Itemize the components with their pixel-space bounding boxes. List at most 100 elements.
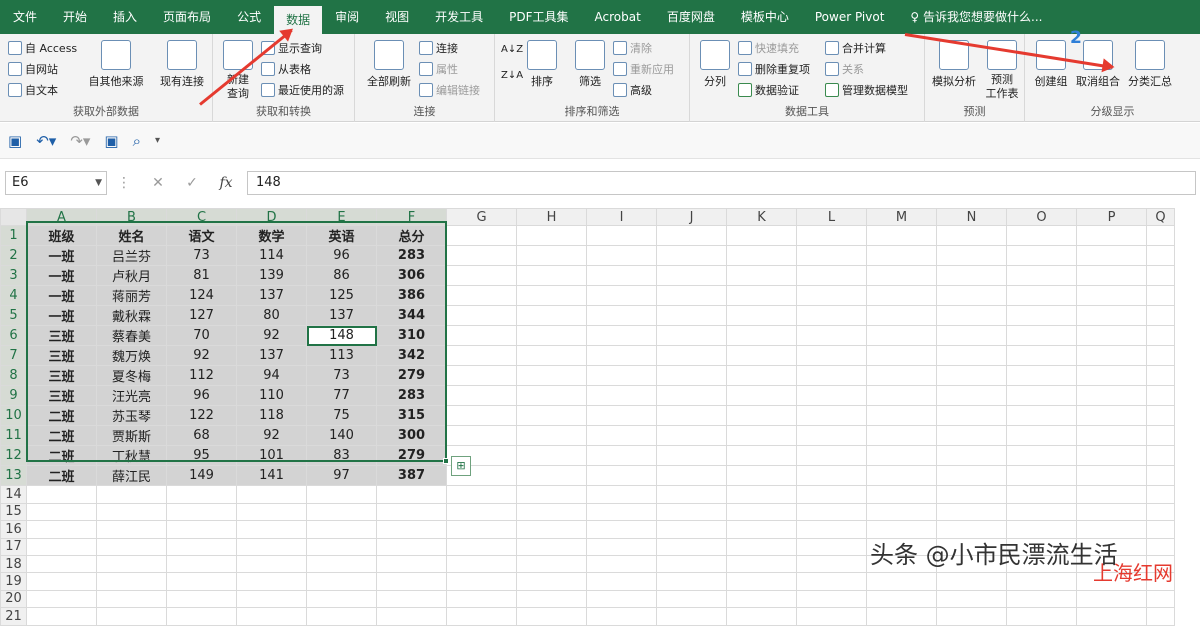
cell[interactable] <box>866 245 937 267</box>
cell[interactable] <box>1146 225 1175 247</box>
cell[interactable] <box>866 607 937 626</box>
tab-2[interactable]: 插入 <box>100 0 150 34</box>
column-header-I[interactable]: I <box>586 207 657 227</box>
tab-10[interactable]: Acrobat <box>582 0 654 34</box>
cell[interactable] <box>726 365 797 387</box>
cell[interactable] <box>1146 325 1175 347</box>
cell[interactable] <box>866 465 937 487</box>
cell[interactable]: 124 <box>166 285 237 307</box>
cell[interactable] <box>796 385 867 407</box>
cell[interactable] <box>586 425 657 447</box>
cell[interactable] <box>1076 305 1147 327</box>
cell[interactable] <box>796 225 867 247</box>
column-header-E[interactable]: E <box>306 207 377 227</box>
cell[interactable] <box>236 589 307 609</box>
name-box[interactable]: E6 ▼ <box>5 171 107 195</box>
cell[interactable] <box>446 305 517 327</box>
formula-input[interactable]: 148 <box>247 171 1196 195</box>
cell[interactable] <box>1006 465 1077 487</box>
cell[interactable] <box>656 445 727 467</box>
cell[interactable]: 279 <box>376 445 447 467</box>
cell[interactable] <box>1146 445 1175 467</box>
cell[interactable] <box>306 589 377 609</box>
cell[interactable] <box>936 285 1007 307</box>
cell[interactable]: 三班 <box>26 365 97 387</box>
cell[interactable]: 101 <box>236 445 307 467</box>
cell[interactable]: 蒋丽芳 <box>96 285 167 307</box>
cell[interactable] <box>1076 265 1147 287</box>
cell[interactable] <box>796 365 867 387</box>
flash-fill-button[interactable]: 快速填充 <box>738 40 799 56</box>
cell[interactable] <box>936 445 1007 467</box>
redo-icon[interactable]: ↷▾ <box>70 132 90 150</box>
cell[interactable] <box>586 325 657 347</box>
cell[interactable] <box>376 485 447 504</box>
cell[interactable] <box>866 225 937 247</box>
cell[interactable] <box>936 607 1007 626</box>
cell[interactable] <box>1076 245 1147 267</box>
cell[interactable] <box>1006 607 1077 626</box>
cell[interactable]: 二班 <box>26 445 97 467</box>
cell[interactable] <box>936 245 1007 267</box>
cell[interactable]: 汪光亮 <box>96 385 167 407</box>
cell[interactable] <box>1146 285 1175 307</box>
cell[interactable] <box>726 225 797 247</box>
cell[interactable] <box>866 325 937 347</box>
row-header[interactable]: 16 <box>0 520 27 539</box>
column-header-H[interactable]: H <box>516 207 587 227</box>
cell[interactable] <box>796 405 867 427</box>
cell[interactable] <box>166 520 237 539</box>
cell[interactable] <box>726 265 797 287</box>
cell[interactable] <box>446 502 517 522</box>
refresh-all-button[interactable]: 全部刷新 <box>363 40 415 89</box>
cell[interactable] <box>446 554 517 574</box>
cell[interactable]: 吕兰芬 <box>96 245 167 267</box>
cell[interactable] <box>1076 425 1147 447</box>
group-button[interactable]: 创建组 <box>1031 40 1071 89</box>
cell[interactable] <box>516 245 587 267</box>
cell[interactable] <box>26 485 97 504</box>
cell[interactable] <box>446 520 517 539</box>
cell[interactable] <box>866 589 937 609</box>
cell[interactable] <box>726 445 797 467</box>
cell[interactable]: 140 <box>306 425 377 447</box>
cell[interactable] <box>166 485 237 504</box>
cell[interactable] <box>96 554 167 574</box>
cell[interactable]: 86 <box>306 265 377 287</box>
cell[interactable] <box>236 537 307 556</box>
cell[interactable] <box>586 572 657 591</box>
connections-button[interactable]: 连接 <box>419 40 458 56</box>
cell[interactable] <box>866 445 937 467</box>
cell[interactable] <box>586 305 657 327</box>
cell[interactable] <box>1146 405 1175 427</box>
cell[interactable] <box>796 607 867 626</box>
cell[interactable] <box>586 607 657 626</box>
cell[interactable] <box>726 589 797 609</box>
cell[interactable] <box>446 537 517 556</box>
undo-icon[interactable]: ↶▾ <box>36 132 56 150</box>
cell[interactable] <box>1146 465 1175 487</box>
cell[interactable] <box>446 572 517 591</box>
cell[interactable] <box>656 607 727 626</box>
cell[interactable] <box>26 520 97 539</box>
cell[interactable] <box>236 502 307 522</box>
cell[interactable]: 95 <box>166 445 237 467</box>
header-cell[interactable]: 总分 <box>376 225 447 247</box>
cell[interactable] <box>656 520 727 539</box>
cell[interactable] <box>1006 589 1077 609</box>
header-cell[interactable]: 数学 <box>236 225 307 247</box>
cell[interactable] <box>1146 425 1175 447</box>
cell[interactable] <box>376 520 447 539</box>
cell[interactable] <box>796 285 867 307</box>
column-header-B[interactable]: B <box>96 207 167 227</box>
cell[interactable] <box>656 245 727 267</box>
cell[interactable] <box>1006 345 1077 367</box>
cell[interactable]: 一班 <box>26 265 97 287</box>
cell[interactable] <box>726 425 797 447</box>
cell[interactable] <box>1146 607 1175 626</box>
cell[interactable] <box>1146 265 1175 287</box>
cell[interactable] <box>656 485 727 504</box>
cell[interactable] <box>866 485 937 504</box>
cell[interactable] <box>1006 245 1077 267</box>
cell[interactable] <box>586 345 657 367</box>
